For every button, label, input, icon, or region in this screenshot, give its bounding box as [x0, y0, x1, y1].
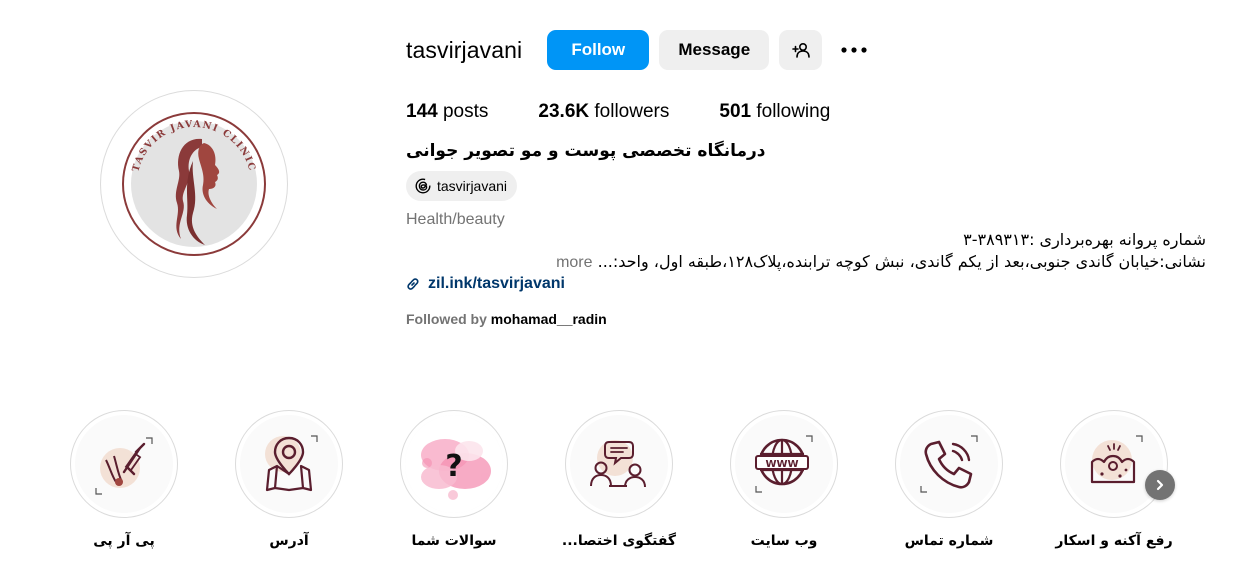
highlight-ring: [1060, 410, 1168, 518]
skin-acne-icon: [1090, 435, 1143, 484]
phone-icon: [920, 435, 978, 493]
profile-full-name: درمانگاه تخصصی پوست و مو تصویر جوانی: [406, 141, 766, 161]
highlight-cover: [1065, 415, 1163, 513]
highlight-ring: WWW: [730, 410, 838, 518]
highlight-cover: [75, 415, 173, 513]
followed-by[interactable]: Followed by mohamad__radin: [406, 311, 1206, 327]
consultation-icon: [590, 440, 646, 488]
highlight-label: وب سایت: [750, 533, 818, 549]
message-button[interactable]: Message: [659, 30, 770, 70]
following-count: 501: [719, 101, 752, 122]
threads-handle: tasvirjavani: [437, 178, 508, 194]
following-label: following: [756, 101, 831, 122]
more-icon: [841, 47, 867, 53]
highlight-item[interactable]: شماره تماس: [879, 410, 1019, 549]
prp-syringe-icon: [95, 437, 153, 495]
highlight-label: سوالات شما: [411, 533, 497, 549]
followers-stat[interactable]: 23.6K followers: [538, 101, 669, 123]
highlight-ring: [565, 410, 673, 518]
question-icon: ?: [405, 415, 503, 513]
bio-website-link[interactable]: zil.ink/tasvirjavani: [406, 275, 1206, 293]
profile-info: tasvirjavani Follow Message 144 posts 23…: [406, 28, 1206, 327]
followers-label: followers: [594, 101, 670, 122]
threads-icon: [415, 178, 431, 194]
posts-stat: 144 posts: [406, 101, 488, 123]
story-highlights: پی آر پی آدرس ? سوالات شما گفتگوی اختصا.…: [70, 410, 1190, 570]
suggested-accounts-button[interactable]: [779, 30, 823, 70]
globe-www-icon: WWW: [755, 435, 813, 493]
link-icon: [407, 278, 419, 290]
threads-badge[interactable]: tasvirjavani: [406, 171, 518, 201]
highlight-label: آدرس: [269, 533, 309, 549]
highlight-item[interactable]: گفتگوی اختصا...: [549, 410, 689, 549]
username: tasvirjavani: [406, 36, 523, 63]
highlight-ring: [70, 410, 178, 518]
highlight-label: پی آر پی: [93, 533, 155, 549]
bio-address-text: نشانی:خیابان گاندی جنوبی،بعد از یکم گاند…: [597, 252, 1206, 271]
highlight-ring: [235, 410, 343, 518]
followers-count: 23.6K: [538, 101, 590, 122]
profile-category: Health/beauty: [406, 211, 505, 228]
highlight-cover: [240, 415, 338, 513]
follow-button[interactable]: Follow: [547, 30, 650, 70]
highlight-cover: ?: [405, 415, 503, 513]
add-person-icon: [791, 42, 810, 58]
svg-text:WWW: WWW: [765, 459, 798, 470]
bio-more-link[interactable]: more: [556, 254, 592, 271]
posts-label: posts: [442, 101, 489, 122]
highlight-cover: WWW: [735, 415, 833, 513]
highlight-cover: [570, 415, 668, 513]
highlights-next-button[interactable]: [1145, 470, 1175, 500]
highlight-item[interactable]: ? سوالات شما: [384, 410, 524, 549]
following-stat[interactable]: 501 following: [719, 101, 830, 123]
profile-header: tasvirjavani Follow Message: [406, 28, 1206, 72]
bio-license-line: شماره پروانه بهره‌برداری :۳۸۹۳۱۳-۳: [963, 230, 1206, 249]
highlight-ring: ?: [400, 410, 508, 518]
highlight-item[interactable]: آدرس: [219, 410, 359, 549]
highlight-cover: [900, 415, 998, 513]
map-pin-icon: [265, 435, 318, 492]
chevron-right-icon: [1156, 479, 1164, 491]
clinic-logo: TASVIR JAVANI CLINIC: [114, 104, 274, 264]
website-url: zil.ink/tasvirjavani: [428, 275, 565, 292]
highlight-ring: [895, 410, 1003, 518]
posts-count: 144: [406, 101, 438, 122]
profile-stats: 144 posts 23.6K followers 501 following: [406, 97, 1206, 127]
profile-avatar[interactable]: TASVIR JAVANI CLINIC: [100, 90, 288, 278]
highlight-label: رفع آکنه و اسکار: [1055, 533, 1173, 549]
followed-by-prefix: Followed by: [406, 311, 487, 327]
bio-address-line: نشانی:خیابان گاندی جنوبی،بعد از یکم گاند…: [406, 251, 1206, 274]
followed-by-user[interactable]: mohamad__radin: [491, 311, 607, 327]
highlight-item[interactable]: پی آر پی: [54, 410, 194, 549]
highlight-label: شماره تماس: [904, 533, 994, 549]
more-options-button[interactable]: [838, 34, 870, 66]
highlight-label: گفتگوی اختصا...: [561, 533, 677, 549]
svg-text:?: ?: [445, 449, 462, 484]
highlight-item[interactable]: WWW وب سایت: [714, 410, 854, 549]
